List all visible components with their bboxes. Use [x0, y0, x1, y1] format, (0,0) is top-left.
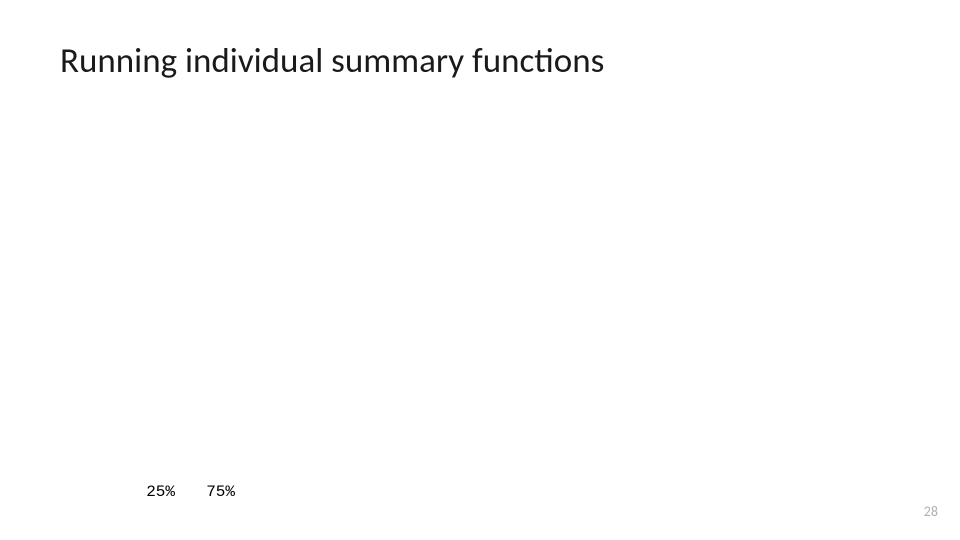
page-number: 28 — [924, 503, 938, 520]
quantile-header-row: 25% 75% — [115, 482, 235, 502]
quantile-output: 25% 75% 15.425 22.800 — [115, 442, 235, 540]
slide-container: Running individual summary functions 25%… — [0, 0, 960, 540]
slide-title: Running individual summary functions — [60, 40, 604, 82]
quantile-label-25: 25% — [115, 482, 175, 502]
quantile-label-75: 75% — [175, 482, 235, 502]
